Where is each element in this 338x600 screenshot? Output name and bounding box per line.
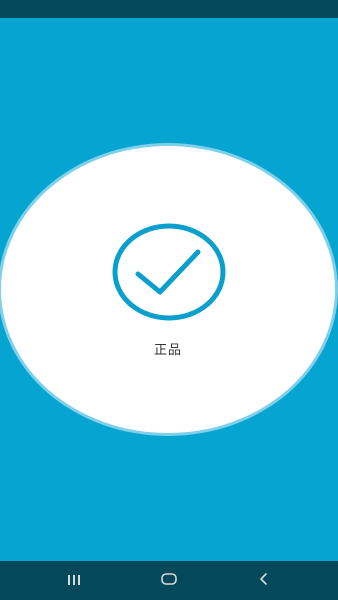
home-icon bbox=[160, 571, 178, 590]
recents-icon bbox=[66, 571, 82, 590]
screen: 正品 bbox=[0, 0, 338, 600]
check-circle-icon bbox=[112, 222, 226, 322]
status-bar bbox=[0, 0, 338, 18]
result-label: 正品 bbox=[153, 343, 182, 358]
navigation-bar bbox=[0, 561, 338, 600]
main-content: 正品 bbox=[0, 18, 338, 561]
result-card: 正品 bbox=[1, 146, 335, 433]
home-button[interactable] bbox=[151, 561, 187, 600]
recents-button[interactable] bbox=[56, 561, 92, 600]
back-button[interactable] bbox=[246, 561, 282, 600]
back-icon bbox=[258, 571, 270, 590]
